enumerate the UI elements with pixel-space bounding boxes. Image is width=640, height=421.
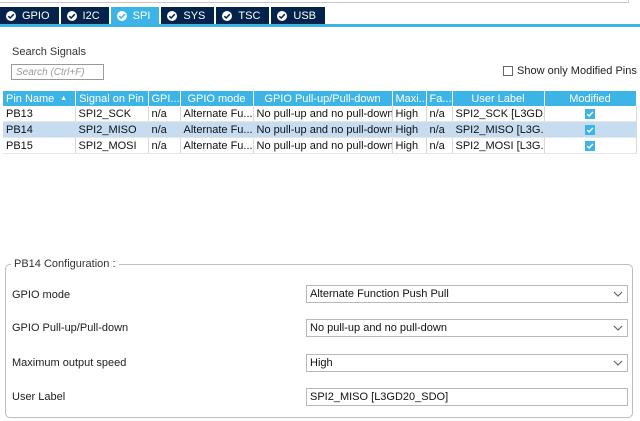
- tab-spi[interactable]: SPI: [110, 7, 160, 24]
- tab-label: USB: [293, 9, 317, 22]
- cell-pull: No pull-up and no pull-down: [253, 137, 393, 154]
- gpio-pull-label: GPIO Pull-up/Pull-down: [12, 322, 129, 334]
- modified-check-icon: [585, 108, 595, 119]
- cell-modified[interactable]: [544, 121, 637, 138]
- search-signals-label: Search Signals: [12, 46, 86, 58]
- gpio-mode-select[interactable]: Alternate Function Push Pull: [306, 285, 628, 303]
- gpio-mode-label: GPIO mode: [12, 289, 71, 301]
- cell-gpio-output: n/a: [148, 121, 181, 138]
- cell-gpio-output: n/a: [148, 137, 181, 154]
- cell-pull: No pull-up and no pull-down: [253, 121, 393, 138]
- cell-signal: SPI2_MOSI: [75, 137, 149, 154]
- tab-label: GPIO: [22, 9, 50, 22]
- table-row[interactable]: PB13 SPI2_SCK n/a Alternate Fu... No pul…: [3, 106, 637, 122]
- tab-label: SYS: [183, 9, 206, 22]
- tab-underline: [0, 24, 640, 27]
- cell-gpio-output: n/a: [148, 106, 181, 122]
- cell-fast: n/a: [426, 121, 453, 138]
- tab-i2c[interactable]: I2C: [60, 7, 109, 24]
- tab-usb[interactable]: USB: [271, 7, 326, 24]
- cell-mode: Alternate Fu...: [180, 137, 254, 154]
- gpio-pull-value: No pull-up and no pull-down: [310, 322, 447, 334]
- table-row[interactable]: PB15 SPI2_MOSI n/a Alternate Fu... No pu…: [3, 137, 637, 154]
- col-gpio-output-level[interactable]: GPI...: [148, 91, 181, 106]
- cell-user-label: SPI2_SCK [L3GD...: [452, 106, 545, 122]
- top-panel-border: [0, 0, 629, 3]
- user-label-label: User Label: [12, 391, 66, 403]
- check-circle-icon: [167, 10, 178, 21]
- cell-modified[interactable]: [544, 106, 637, 122]
- show-modified-checkbox[interactable]: [503, 66, 513, 76]
- check-circle-icon: [222, 10, 233, 21]
- max-speed-label: Maximum output speed: [12, 357, 127, 369]
- tab-gpio[interactable]: GPIO: [0, 7, 59, 24]
- cell-mode: Alternate Fu...: [180, 106, 254, 122]
- user-label-input[interactable]: SPI2_MISO [L3GD20_SDO]: [306, 388, 628, 406]
- gpio-mode-value: Alternate Function Push Pull: [310, 288, 449, 300]
- cell-user-label: SPI2_MISO [L3G...: [452, 121, 545, 138]
- cell-pin: PB13: [3, 106, 76, 122]
- pin-table: Pin Name ▲ Signal on Pin GPI... GPIO mode…: [3, 91, 637, 154]
- cell-max-speed: High: [392, 121, 427, 138]
- config-legend: PB14 Configuration :: [14, 258, 116, 270]
- show-modified-label: Show only Modified Pins: [517, 65, 637, 77]
- col-gpio-mode[interactable]: GPIO mode: [180, 91, 254, 106]
- cell-pull: No pull-up and no pull-down: [253, 106, 393, 122]
- cell-fast: n/a: [426, 137, 453, 154]
- col-max-speed[interactable]: Maxi...: [392, 91, 427, 106]
- table-row[interactable]: PB14 SPI2_MISO n/a Alternate Fu... No pu…: [3, 121, 637, 138]
- cell-mode: Alternate Fu...: [180, 121, 254, 138]
- check-circle-icon: [66, 10, 77, 21]
- cell-signal: SPI2_SCK: [75, 106, 149, 122]
- col-pin-name[interactable]: Pin Name ▲: [3, 91, 76, 106]
- cell-max-speed: High: [392, 137, 427, 154]
- cell-user-label: SPI2_MOSI [L3G...: [452, 137, 545, 154]
- modified-check-icon: [585, 140, 595, 151]
- tab-label: SPI: [132, 9, 151, 22]
- cell-signal: SPI2_MISO: [75, 121, 149, 138]
- search-input[interactable]: [11, 64, 104, 80]
- tab-tsc[interactable]: TSC: [216, 7, 270, 24]
- col-modified[interactable]: Modified: [544, 91, 637, 106]
- sort-asc-icon: ▲: [60, 95, 68, 103]
- check-circle-icon: [6, 10, 16, 21]
- gpio-pull-select[interactable]: No pull-up and no pull-down: [306, 319, 628, 337]
- cell-pin: PB15: [3, 137, 76, 154]
- check-circle-icon: [116, 10, 127, 21]
- cell-max-speed: High: [392, 106, 427, 122]
- chevron-down-icon: [613, 360, 623, 366]
- col-signal-on-pin[interactable]: Signal on Pin: [75, 91, 149, 106]
- cell-modified[interactable]: [544, 137, 637, 154]
- max-speed-value: High: [310, 357, 333, 369]
- tab-sys[interactable]: SYS: [161, 7, 215, 24]
- chevron-down-icon: [613, 325, 623, 331]
- show-modified-toggle[interactable]: Show only Modified Pins: [503, 65, 637, 77]
- max-speed-select[interactable]: High: [306, 354, 628, 372]
- check-circle-icon: [277, 10, 288, 21]
- chevron-down-icon: [613, 291, 623, 297]
- modified-check-icon: [585, 124, 595, 135]
- mode-tabs: GPIO I2C SPI SYS TSC USB: [0, 7, 640, 25]
- col-fast-mode[interactable]: Fa...: [426, 91, 453, 106]
- col-gpio-pull[interactable]: GPIO Pull-up/Pull-down: [253, 91, 393, 106]
- tab-label: TSC: [238, 9, 261, 22]
- tab-label: I2C: [82, 9, 100, 22]
- cell-pin: PB14: [3, 121, 76, 138]
- col-user-label[interactable]: User Label: [452, 91, 545, 106]
- table-header-row: Pin Name ▲ Signal on Pin GPI... GPIO mode…: [3, 91, 637, 106]
- cell-fast: n/a: [426, 106, 453, 122]
